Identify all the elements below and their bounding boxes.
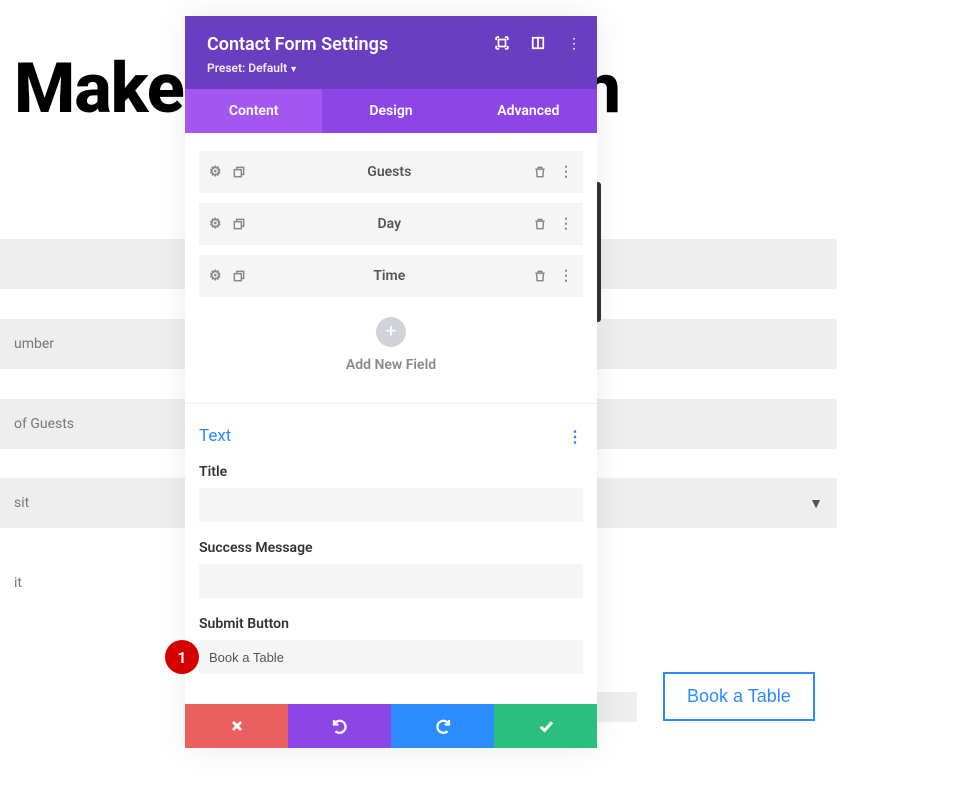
duplicate-icon[interactable]: [232, 165, 246, 179]
submit-btn-label: Submit Button: [199, 616, 583, 632]
tab-advanced[interactable]: Advanced: [460, 89, 597, 133]
add-field-button[interactable]: +: [376, 317, 406, 347]
cancel-button[interactable]: [185, 704, 288, 748]
field-row[interactable]: ⚙ Day ⋮: [199, 203, 583, 245]
tab-design[interactable]: Design: [322, 89, 459, 133]
duplicate-icon[interactable]: [232, 217, 246, 231]
more-icon[interactable]: ⋮: [567, 36, 581, 52]
redo-button[interactable]: [391, 704, 494, 748]
success-msg-label: Success Message: [199, 540, 583, 556]
chevron-down-icon: ▼: [289, 65, 298, 75]
tab-content[interactable]: Content: [185, 89, 322, 133]
add-field-label: Add New Field: [199, 357, 583, 373]
more-icon[interactable]: ⋮: [559, 268, 573, 284]
tabs: Content Design Advanced: [185, 89, 597, 133]
more-icon[interactable]: ⋮: [559, 164, 573, 180]
trash-icon[interactable]: [533, 269, 547, 283]
gear-icon[interactable]: ⚙: [209, 216, 222, 232]
section-more-icon[interactable]: ⋮: [567, 427, 583, 446]
bg-dropdown-label: sit: [14, 495, 29, 511]
submit-btn-input[interactable]: [199, 640, 583, 674]
fullscreen-icon[interactable]: [495, 36, 509, 52]
field-row[interactable]: ⚙ Guests ⋮: [199, 151, 583, 193]
title-label: Title: [199, 464, 583, 480]
preset-dropdown[interactable]: Preset: Default▼: [207, 61, 575, 75]
settings-modal: Contact Form Settings Preset: Default▼ ⋮…: [185, 16, 597, 748]
more-icon[interactable]: ⋮: [559, 216, 573, 232]
chevron-down-icon: ▼: [809, 495, 823, 512]
annotation-badge: 1: [165, 640, 199, 674]
modal-header: Contact Form Settings Preset: Default▼ ⋮: [185, 16, 597, 89]
book-table-button[interactable]: Book a Table: [663, 672, 815, 721]
gear-icon[interactable]: ⚙: [209, 164, 222, 180]
duplicate-icon[interactable]: [232, 269, 246, 283]
field-label: Time: [246, 268, 533, 284]
field-label: Guests: [246, 164, 533, 180]
field-label: Day: [246, 216, 533, 232]
layout-icon[interactable]: [531, 36, 545, 52]
undo-button[interactable]: [288, 704, 391, 748]
gear-icon[interactable]: ⚙: [209, 268, 222, 284]
success-msg-input[interactable]: [199, 564, 583, 598]
title-input[interactable]: [199, 488, 583, 522]
field-row[interactable]: ⚙ Time ⋮: [199, 255, 583, 297]
save-button[interactable]: [494, 704, 597, 748]
bg-input-5[interactable]: it: [0, 558, 190, 608]
text-section-heading[interactable]: Text: [199, 426, 231, 446]
trash-icon[interactable]: [533, 217, 547, 231]
trash-icon[interactable]: [533, 165, 547, 179]
